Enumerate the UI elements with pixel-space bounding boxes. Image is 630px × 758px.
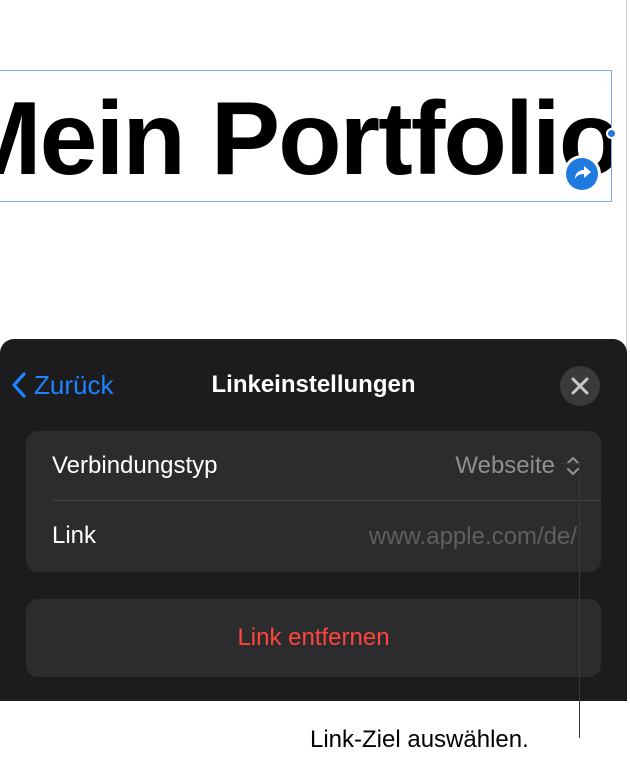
callout-line bbox=[579, 463, 580, 738]
link-settings-sheet: Zurück Linkeinstellungen Verbindungstyp … bbox=[0, 339, 627, 701]
link-badge[interactable] bbox=[563, 155, 601, 193]
link-url-field[interactable]: www.apple.com/de/ bbox=[369, 522, 577, 552]
callout-line bbox=[560, 463, 580, 464]
remove-link-label: Link entfernen bbox=[237, 624, 390, 651]
link-settings-group: Verbindungstyp Webseite Link www.apple.c… bbox=[26, 431, 601, 572]
connection-type-row[interactable]: Verbindungstyp Webseite bbox=[26, 431, 601, 501]
sheet-title: Linkeinstellungen bbox=[211, 371, 416, 398]
title-text-box[interactable]: Mein Portfolio bbox=[0, 70, 612, 202]
link-label: Link bbox=[52, 522, 97, 549]
connection-type-label: Verbindungstyp bbox=[52, 452, 218, 479]
callout-text: Link-Ziel auswählen. bbox=[310, 726, 529, 753]
remove-link-button[interactable]: Link entfernen bbox=[26, 599, 601, 677]
link-arrow-icon bbox=[566, 158, 598, 190]
connection-type-value[interactable]: Webseite bbox=[455, 451, 555, 481]
link-row[interactable]: Link www.apple.com/de/ bbox=[26, 501, 601, 571]
close-button[interactable] bbox=[560, 366, 600, 406]
close-icon bbox=[571, 377, 589, 395]
title-text[interactable]: Mein Portfolio bbox=[0, 79, 611, 199]
selection-handle[interactable] bbox=[606, 128, 617, 139]
